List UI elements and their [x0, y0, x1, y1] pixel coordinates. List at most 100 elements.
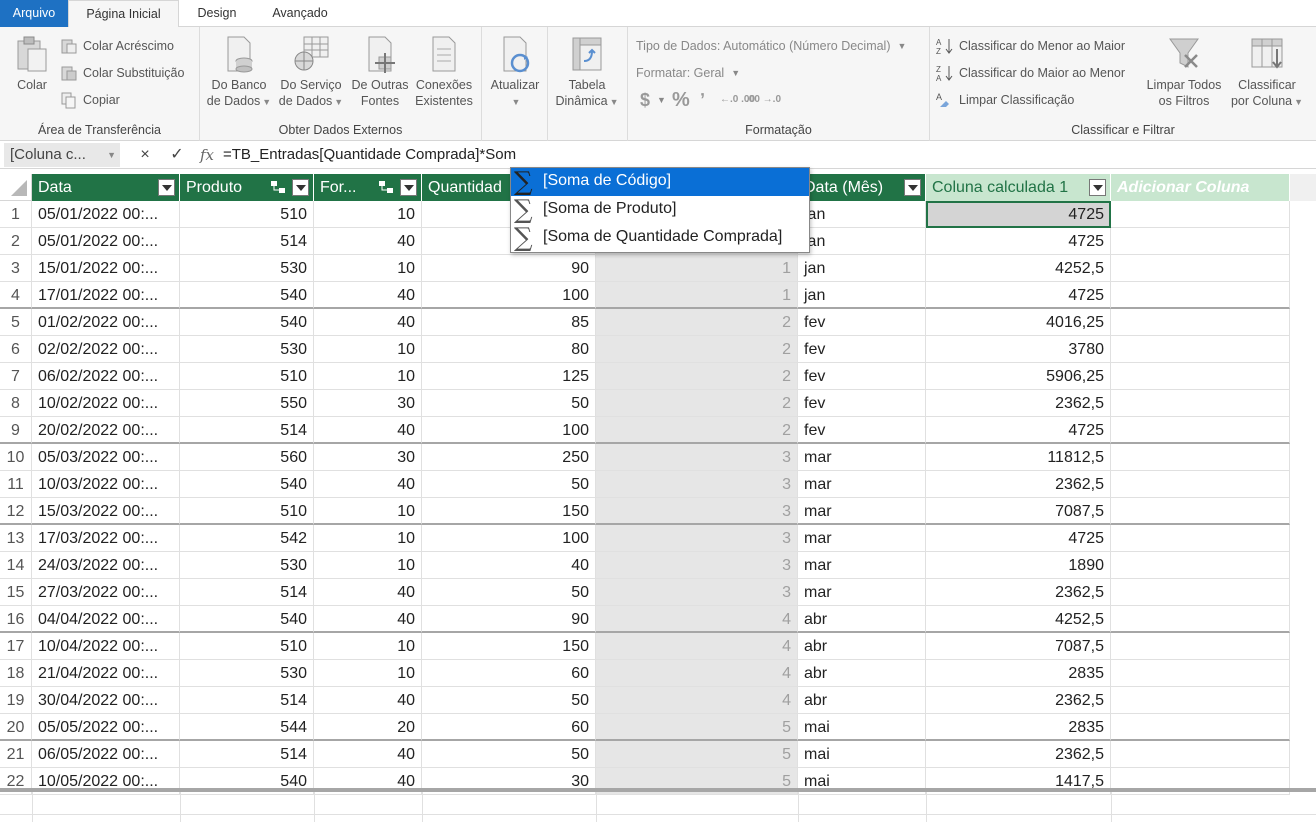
cell-data[interactable]: 17/01/2022 00:... [32, 282, 180, 309]
cell-coluna-calculada[interactable]: 7087,5 [926, 633, 1111, 660]
tab-pagina-inicial[interactable]: Página Inicial [68, 0, 179, 28]
cell-quantidade[interactable]: 40 [422, 552, 596, 579]
data-type-dropdown[interactable]: Tipo de Dados: Automático (Número Decima… [636, 35, 906, 57]
cell-quantidade[interactable]: 90 [422, 606, 596, 633]
filter-dropdown-icon[interactable] [400, 179, 417, 196]
column-header-coluna-calculada[interactable]: Coluna calculada 1 [926, 174, 1111, 201]
cell-fornecedor[interactable]: 10 [314, 336, 422, 363]
row-number[interactable]: 6 [0, 336, 32, 363]
cell-data-mes[interactable]: jan [798, 282, 926, 309]
cell-coluna-calculada[interactable]: 2835 [926, 714, 1111, 741]
cell-produto[interactable]: 530 [180, 336, 314, 363]
row-number[interactable]: 9 [0, 417, 32, 444]
cell-data-mes[interactable]: fev [798, 336, 926, 363]
from-database-button[interactable]: Do Banco de Dados ▼ [204, 35, 274, 110]
sort-ascending-button[interactable]: AZ Classificar do Menor ao Maior [936, 35, 1125, 57]
cell-fornecedor[interactable]: 10 [314, 633, 422, 660]
cell-produto[interactable]: 540 [180, 282, 314, 309]
cell-data[interactable]: 01/02/2022 00:... [32, 309, 180, 336]
cell-mes-numero[interactable]: 4 [596, 606, 798, 633]
cell-produto[interactable]: 514 [180, 228, 314, 255]
row-number[interactable]: 16 [0, 606, 32, 633]
cell-produto[interactable]: 540 [180, 606, 314, 633]
cell-empty[interactable] [1111, 498, 1290, 525]
autocomplete-item[interactable]: ∑ [Soma de Produto] [511, 196, 809, 224]
row-number[interactable]: 12 [0, 498, 32, 525]
cell-fornecedor[interactable]: 10 [314, 201, 422, 228]
cell-empty[interactable] [1111, 552, 1290, 579]
cell-quantidade[interactable]: 50 [422, 579, 596, 606]
column-header-data-mes[interactable]: Data (Mês) [798, 174, 926, 201]
row-number[interactable]: 20 [0, 714, 32, 741]
cell-mes-numero[interactable]: 5 [596, 714, 798, 741]
cell-data-mes[interactable]: mar [798, 525, 926, 552]
cell-quantidade[interactable]: 125 [422, 363, 596, 390]
cell-data[interactable]: 06/02/2022 00:... [32, 363, 180, 390]
cell-mes-numero[interactable]: 1 [596, 255, 798, 282]
cell-mes-numero[interactable]: 3 [596, 525, 798, 552]
cell-fornecedor[interactable]: 40 [314, 606, 422, 633]
cell-quantidade[interactable]: 250 [422, 444, 596, 471]
cell-data[interactable]: 04/04/2022 00:... [32, 606, 180, 633]
row-number[interactable]: 14 [0, 552, 32, 579]
cell-produto[interactable]: 510 [180, 633, 314, 660]
cancel-formula-button[interactable]: × [134, 143, 156, 167]
from-data-service-button[interactable]: Do Serviço de Dados ▼ [274, 35, 348, 110]
cell-data[interactable]: 10/02/2022 00:... [32, 390, 180, 417]
filter-dropdown-icon[interactable] [1089, 179, 1106, 196]
row-number[interactable]: 7 [0, 363, 32, 390]
cell-mes-numero[interactable]: 4 [596, 633, 798, 660]
cell-mes-numero[interactable]: 4 [596, 660, 798, 687]
cell-quantidade[interactable]: 60 [422, 660, 596, 687]
cell-data-mes[interactable]: fev [798, 390, 926, 417]
cell-data[interactable]: 05/01/2022 00:... [32, 228, 180, 255]
filter-dropdown-icon[interactable] [292, 179, 309, 196]
cell-fornecedor[interactable]: 30 [314, 444, 422, 471]
cell-empty[interactable] [1111, 444, 1290, 471]
cell-coluna-calculada[interactable]: 5906,25 [926, 363, 1111, 390]
cell-data[interactable]: 15/01/2022 00:... [32, 255, 180, 282]
formula-input[interactable]: =TB_Entradas[Quantidade Comprada]*Som [223, 143, 516, 167]
cell-produto[interactable]: 540 [180, 309, 314, 336]
decrease-decimal-button[interactable]: .00 →.0 [746, 89, 781, 111]
cell-empty[interactable] [1111, 525, 1290, 552]
cell-produto[interactable]: 510 [180, 363, 314, 390]
refresh-button[interactable]: Atualizar ▼ [484, 35, 546, 110]
cell-data[interactable]: 05/01/2022 00:... [32, 201, 180, 228]
percent-button[interactable]: % [672, 89, 690, 111]
cell-coluna-calculada[interactable]: 11812,5 [926, 444, 1111, 471]
format-dropdown[interactable]: Formatar: Geral ▼ [636, 62, 740, 84]
cell-data-mes[interactable]: fev [798, 309, 926, 336]
autocomplete-item[interactable]: ∑ [Soma de Código] [511, 168, 809, 196]
row-number[interactable]: 5 [0, 309, 32, 336]
existing-connections-button[interactable]: Conexões Existentes [410, 35, 478, 109]
cell-data-mes[interactable]: mai [798, 714, 926, 741]
cell-data-mes[interactable]: mar [798, 579, 926, 606]
cell-coluna-calculada[interactable]: 4725 [926, 282, 1111, 309]
cell-empty[interactable] [1111, 417, 1290, 444]
cell-empty[interactable] [1111, 390, 1290, 417]
cell-produto[interactable]: 530 [180, 552, 314, 579]
cell-fornecedor[interactable]: 40 [314, 417, 422, 444]
cell-data-mes[interactable]: fev [798, 417, 926, 444]
sort-by-column-button[interactable]: Classificar por Coluna ▼ [1228, 35, 1306, 110]
cell-produto[interactable]: 514 [180, 687, 314, 714]
cell-quantidade[interactable]: 80 [422, 336, 596, 363]
cell-coluna-calculada[interactable]: 3780 [926, 336, 1111, 363]
cell-data-mes[interactable]: abr [798, 660, 926, 687]
cell-fornecedor[interactable]: 40 [314, 471, 422, 498]
cell-coluna-calculada[interactable]: 2362,5 [926, 687, 1111, 714]
cell-data-mes[interactable]: mai [798, 741, 926, 768]
cell-coluna-calculada[interactable]: 4016,25 [926, 309, 1111, 336]
cell-data-mes[interactable]: mar [798, 498, 926, 525]
cell-fornecedor[interactable]: 10 [314, 363, 422, 390]
row-number[interactable]: 17 [0, 633, 32, 660]
row-number[interactable]: 2 [0, 228, 32, 255]
cell-empty[interactable] [1111, 471, 1290, 498]
paste-replace-button[interactable]: Colar Substituição [60, 62, 184, 84]
cell-quantidade[interactable]: 50 [422, 741, 596, 768]
cell-coluna-calculada[interactable]: 2835 [926, 660, 1111, 687]
select-all-corner[interactable] [0, 174, 32, 201]
cell-fornecedor[interactable]: 10 [314, 498, 422, 525]
cell-mes-numero[interactable]: 3 [596, 579, 798, 606]
